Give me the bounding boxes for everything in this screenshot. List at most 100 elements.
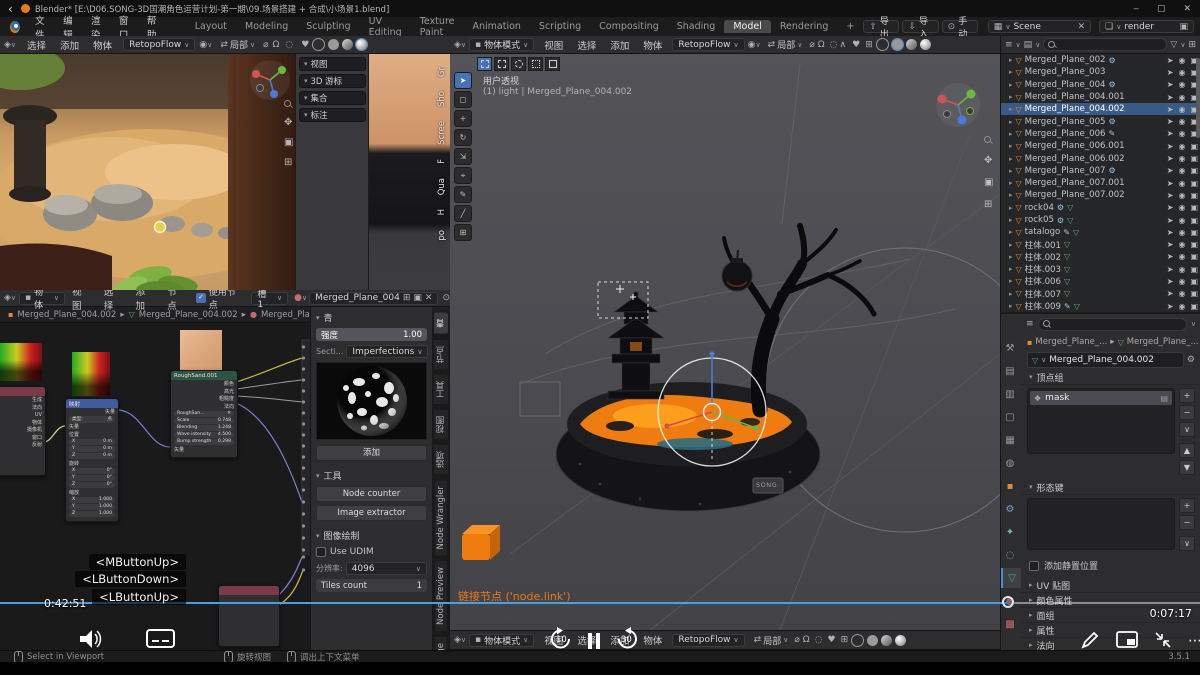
breadcrumb-mesh[interactable]: Merged_Plane_004.002	[139, 310, 238, 320]
sidebar-tab[interactable]: Arrange	[434, 636, 448, 650]
resolution-dropdown[interactable]: 4096∨	[346, 562, 427, 575]
workspace-tab[interactable]: Compositing	[590, 20, 668, 33]
outliner-row[interactable]: ▸ ▽ Merged_Plane_004 ⚙ ✎ ▽ ➤ ◉ ▣	[1001, 79, 1200, 91]
sidebar-tab[interactable]: Node Preview	[434, 560, 448, 632]
selectable-toggle-icon[interactable]: ➤	[1166, 80, 1175, 89]
shading-wireframe-icon[interactable]	[876, 38, 889, 51]
workspace-tab[interactable]: Model	[724, 20, 771, 33]
breadcrumb-object[interactable]: Merged_Plane_...	[1035, 337, 1107, 347]
magnet-icon[interactable]: Ω	[273, 40, 280, 50]
shading-wireframe-icon[interactable]	[851, 634, 864, 647]
workspace-tab[interactable]: Modeling	[236, 20, 297, 33]
pause-button[interactable]	[588, 633, 600, 649]
hide-render-icon[interactable]: ▣	[1189, 302, 1199, 311]
expand-caret-icon[interactable]: ▸	[1009, 265, 1013, 273]
expand-caret-icon[interactable]: ▸	[1009, 155, 1013, 163]
hide-viewport-icon[interactable]: ◉	[1177, 240, 1186, 249]
add-vgroup-button[interactable]: +	[1179, 388, 1195, 403]
hide-viewport-icon[interactable]: ◉	[1177, 93, 1186, 102]
selectable-toggle-icon[interactable]: ➤	[1166, 68, 1175, 77]
breadcrumb-object[interactable]: Merged_Plane_004.002	[17, 310, 116, 320]
hide-viewport-icon[interactable]: ◉	[1177, 203, 1186, 212]
shading-material-icon[interactable]	[881, 635, 892, 646]
snap-icon[interactable]: ⌀	[794, 635, 799, 645]
selectable-toggle-icon[interactable]: ➤	[1166, 142, 1175, 151]
outliner-row[interactable]: ▸ ▽ 柱体.007 ⚙ ✎ ▽ ➤ ◉ ▣	[1001, 288, 1200, 300]
menu-item[interactable]: 添加	[53, 38, 86, 52]
outliner-row[interactable]: ▸ ▽ Merged_Plane_002 ⚙ ✎ ▽ ➤ ◉ ▣	[1001, 54, 1200, 66]
overlays-icon[interactable]: ♥	[828, 635, 836, 645]
workspace-tab[interactable]: UV Editing	[360, 15, 411, 39]
sidebar-tab[interactable]: 青	[433, 312, 449, 335]
properties-tab[interactable]: ⚒	[1001, 338, 1019, 358]
hide-render-icon[interactable]: ▣	[1189, 228, 1199, 237]
new-material-icon[interactable]: ⊞	[403, 293, 411, 303]
vector-field[interactable]: Y0 m	[69, 446, 115, 453]
expand-caret-icon[interactable]: ▸	[1009, 228, 1013, 236]
outliner-row[interactable]: ▸ ▽ Merged_Plane_007.002 ⚙ ✎ ▽ ➤ ◉ ▣	[1001, 189, 1200, 201]
selectable-toggle-icon[interactable]: ➤	[1166, 56, 1175, 65]
hide-render-icon[interactable]: ▣	[1189, 252, 1199, 261]
node-output[interactable]: 颜色	[171, 380, 237, 388]
outliner-row[interactable]: ▸ ▽ Merged_Plane_003 ⚙ ✎ ▽ ➤ ◉ ▣	[1001, 66, 1200, 78]
vector-field[interactable]: Z0°	[69, 482, 115, 489]
properties-tab[interactable]: ▪	[1001, 476, 1019, 496]
shading-solid-icon[interactable]	[867, 635, 878, 646]
expand-caret-icon[interactable]: ▸	[1009, 167, 1013, 175]
toolbar-tool[interactable]: ⊞	[454, 224, 472, 241]
add-texture-button[interactable]: 添加	[316, 445, 427, 461]
outliner-row[interactable]: ▸ ▽ Merged_Plane_006.001 ⚙ ✎ ▽ ➤ ◉ ▣	[1001, 140, 1200, 152]
hide-viewport-icon[interactable]: ◉	[1177, 117, 1186, 126]
shading-rendered-icon[interactable]	[920, 39, 931, 50]
shading-rendered-icon[interactable]	[895, 635, 906, 646]
selectable-toggle-icon[interactable]: ➤	[1166, 154, 1175, 163]
caret-down-icon[interactable]: ▾	[1029, 373, 1033, 381]
node-input-field[interactable]: Blending1.248	[174, 425, 234, 432]
expand-caret-icon[interactable]: ▸	[1009, 302, 1013, 310]
object-name[interactable]: Merged_Plane_007.002	[1025, 190, 1125, 200]
new-layer-icon[interactable]: ▣	[1179, 22, 1188, 32]
sidebar-tab[interactable]: po	[436, 225, 448, 246]
shading-rendered-icon[interactable]	[356, 39, 367, 50]
workspace-tab[interactable]: Animation	[463, 20, 529, 33]
hide-viewport-icon[interactable]: ◉	[1177, 191, 1186, 200]
expand-caret-icon[interactable]: ▸	[1009, 241, 1013, 249]
move-down-button[interactable]: ▼	[1179, 460, 1195, 475]
hide-render-icon[interactable]: ▣	[1189, 289, 1199, 298]
filter-icon[interactable]: ▽	[1170, 40, 1177, 50]
workspace-tab[interactable]: Sculpting	[297, 20, 359, 33]
properties-tab[interactable]: ▽	[1001, 568, 1021, 588]
slot-selector[interactable]: 槽 1∨	[251, 292, 288, 305]
hide-viewport-icon[interactable]: ◉	[1177, 142, 1186, 151]
object-name[interactable]: 柱体.002	[1025, 251, 1061, 263]
outliner-row[interactable]: ▸ ▽ Merged_Plane_004.001 ⚙ ✎ ▽ ➤ ◉ ▣	[1001, 91, 1200, 103]
outliner-search-input[interactable]	[1043, 38, 1167, 51]
hide-viewport-icon[interactable]: ◉	[1177, 154, 1186, 163]
selectable-toggle-icon[interactable]: ➤	[1166, 289, 1175, 298]
select-lasso-mode[interactable]	[528, 57, 543, 71]
properties-tab[interactable]: ▦	[1001, 430, 1019, 450]
selectable-toggle-icon[interactable]: ➤	[1166, 179, 1175, 188]
mode-selector[interactable]: ▪物体模式∨	[469, 38, 534, 51]
camera-view-icon[interactable]: ▣	[284, 137, 293, 148]
expand-caret-icon[interactable]: ▸	[1009, 68, 1013, 76]
selectable-toggle-icon[interactable]: ➤	[1166, 93, 1175, 102]
view-layer-selector[interactable]: ❏∨render▣	[1099, 20, 1194, 33]
sidebar-panel-header[interactable]: ▾标注	[299, 108, 366, 122]
pin-icon[interactable]: ⊙	[442, 293, 450, 303]
node-input-field[interactable]: Scale0.748	[174, 418, 234, 425]
caret-down-icon[interactable]: ∨	[1191, 320, 1196, 328]
rewind-10-button[interactable]: 10	[548, 626, 574, 652]
sidebar-tab[interactable]: 视图	[433, 409, 449, 440]
mapping-node[interactable]: 映射 矢量 类型:点 矢量 位置 X0 mY0 mZ0 m 旋转 X0°Y0°Z…	[65, 398, 119, 522]
hide-viewport-icon[interactable]: ◉	[1177, 302, 1186, 311]
shading-solid-icon[interactable]	[328, 39, 339, 50]
hide-render-icon[interactable]: ▣	[1189, 216, 1199, 225]
outliner-row[interactable]: ▸ ▽ Merged_Plane_006.002 ⚙ ✎ ▽ ➤ ◉ ▣	[1001, 152, 1200, 164]
orientation-menu[interactable]: 局部	[777, 38, 795, 51]
sidebar-tab[interactable]: F	[436, 154, 448, 169]
selectable-toggle-icon[interactable]: ➤	[1166, 265, 1175, 274]
shrink-icon[interactable]	[1154, 631, 1172, 649]
add-workspace-button[interactable]: +	[837, 20, 863, 33]
workspace-tab[interactable]: Rendering	[771, 20, 838, 33]
